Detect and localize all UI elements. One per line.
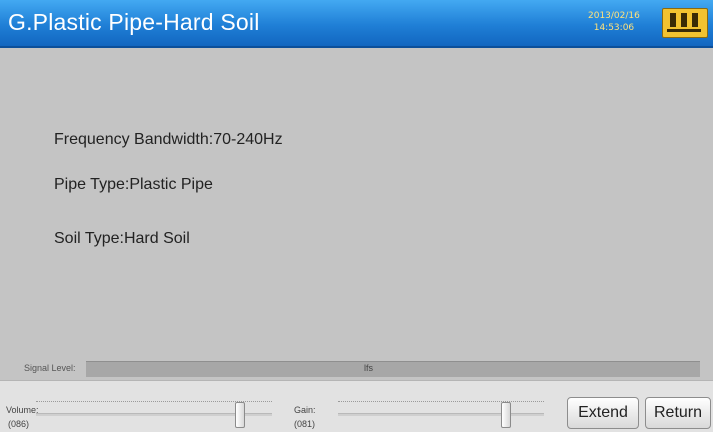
time-text: 14:53:06 bbox=[593, 23, 635, 33]
volume-slider-thumb[interactable] bbox=[234, 402, 245, 428]
title-bar: G.Plastic Pipe-Hard Soil 2013/02/16 14:5… bbox=[0, 0, 713, 48]
signal-level-value: lfs bbox=[364, 363, 373, 373]
volume-value: (086) bbox=[8, 419, 30, 429]
gain-track-ticks bbox=[338, 401, 544, 403]
gain-value: (081) bbox=[294, 419, 316, 429]
gain-label: Gain: bbox=[294, 405, 316, 415]
gain-slider-thumb[interactable] bbox=[500, 402, 511, 428]
signal-level-row: Signal Level: lfs bbox=[0, 360, 713, 378]
page-title: G.Plastic Pipe-Hard Soil bbox=[8, 9, 260, 35]
gain-slider-track[interactable] bbox=[338, 413, 544, 416]
return-button[interactable]: Return bbox=[645, 397, 711, 429]
pipe-type-text: Pipe Type:Plastic Pipe bbox=[54, 176, 213, 193]
signal-level-label: Signal Level: bbox=[24, 363, 76, 373]
date-text: 2013/02/16 bbox=[588, 11, 640, 21]
battery-bar bbox=[692, 13, 698, 27]
signal-level-bar: lfs bbox=[86, 361, 700, 377]
screen: G.Plastic Pipe-Hard Soil 2013/02/16 14:5… bbox=[0, 0, 713, 432]
datetime-display: 2013/02/16 14:53:06 bbox=[588, 10, 640, 34]
battery-base bbox=[667, 29, 701, 32]
volume-label: Volume: bbox=[6, 405, 39, 415]
battery-bar bbox=[681, 13, 687, 27]
battery-bar bbox=[670, 13, 676, 27]
soil-type-text: Soil Type:Hard Soil bbox=[54, 230, 190, 247]
battery-icon bbox=[662, 8, 708, 38]
info-panel: Frequency Bandwidth:70-240Hz Pipe Type:P… bbox=[0, 48, 713, 358]
controls-bar: Volume: (086) Gain: (081) Extend Return bbox=[0, 380, 713, 432]
extend-button[interactable]: Extend bbox=[567, 397, 639, 429]
frequency-bandwidth-text: Frequency Bandwidth:70-240Hz bbox=[54, 131, 283, 148]
